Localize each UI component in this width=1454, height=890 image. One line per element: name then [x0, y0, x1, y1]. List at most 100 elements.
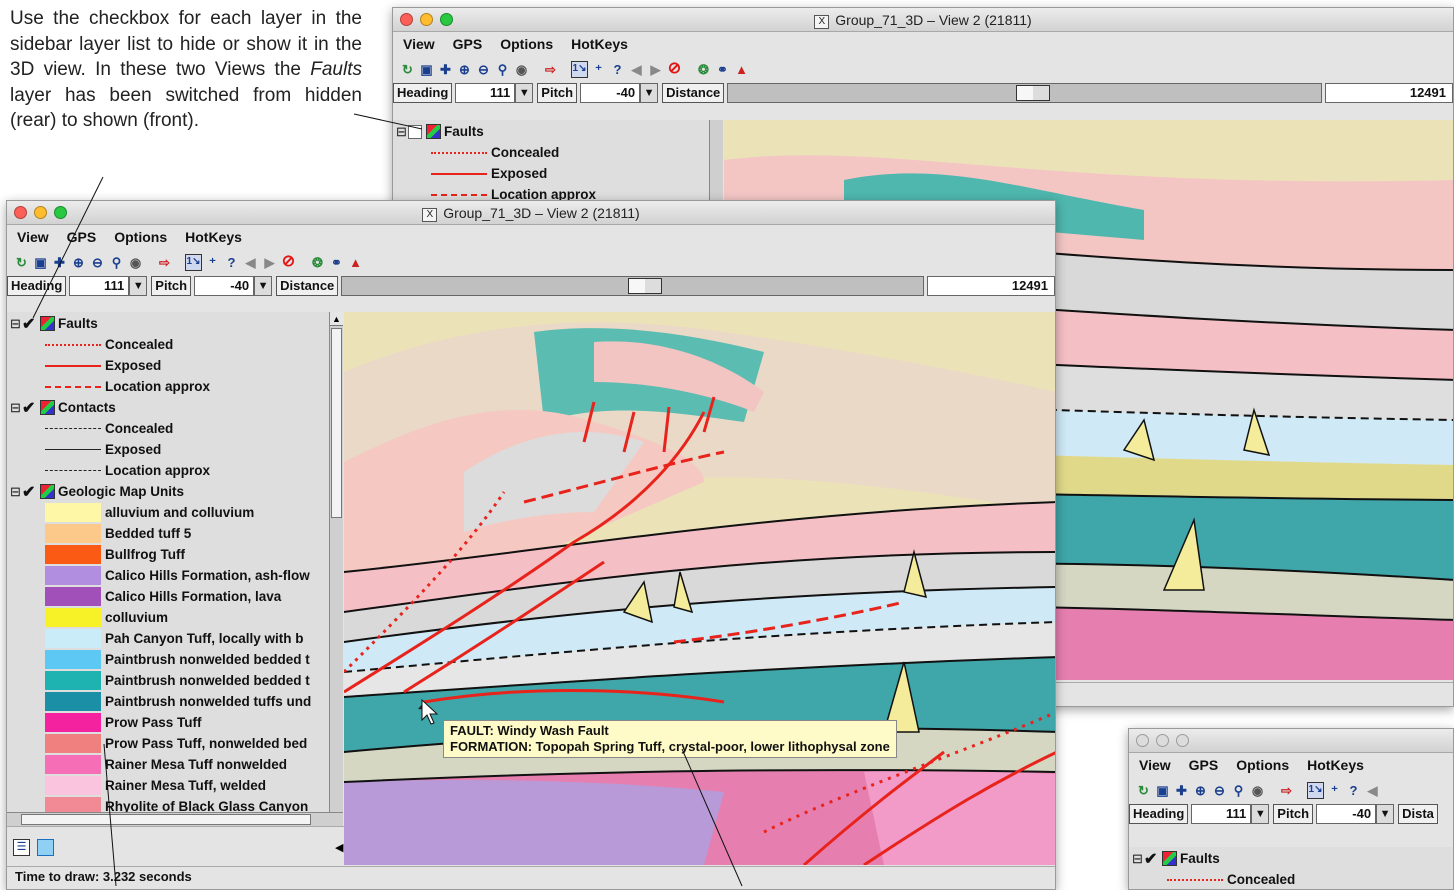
- snapshot-icon[interactable]: ◉: [513, 61, 530, 78]
- distance-field[interactable]: 12491: [1325, 83, 1453, 103]
- layer-faults[interactable]: ⊟ ✔ Faults: [1129, 848, 1453, 869]
- rear-title-bar[interactable]: X Group_71_3D – View 2 (21811): [393, 8, 1453, 32]
- help-pointer-icon[interactable]: ?: [1345, 782, 1362, 799]
- gps-icon[interactable]: ❂: [695, 61, 712, 78]
- hscroll-thumb[interactable]: [21, 814, 311, 825]
- globe-icon[interactable]: ⚭: [714, 61, 731, 78]
- collapse-icon[interactable]: ⊟: [396, 124, 408, 140]
- pitch-field[interactable]: -40: [1316, 804, 1377, 824]
- collapse-icon[interactable]: ⊟: [10, 400, 22, 416]
- legend-horizontal-scrollbar[interactable]: [7, 812, 343, 826]
- layer-checkbox-checked[interactable]: ✔: [22, 398, 40, 418]
- selection-icon[interactable]: 1↘: [185, 253, 202, 271]
- legend-vertical-scrollbar[interactable]: ▲: [329, 312, 343, 812]
- help-pointer-icon[interactable]: ?: [609, 61, 626, 78]
- zoom-out-icon[interactable]: ⊖: [1211, 782, 1228, 799]
- menu-view[interactable]: View: [17, 229, 49, 245]
- back-arrow-icon[interactable]: ◀: [242, 254, 259, 271]
- collapse-panel-icon[interactable]: ◀: [335, 841, 343, 854]
- reset-view-icon[interactable]: ↻: [13, 254, 30, 271]
- collapse-icon[interactable]: ⊟: [10, 484, 22, 500]
- heading-dropdown-icon[interactable]: ▼: [129, 276, 148, 296]
- scroll-up-icon[interactable]: ▲: [330, 312, 343, 326]
- scroll-thumb[interactable]: [331, 328, 342, 518]
- zoom-in-icon[interactable]: ⊕: [1192, 782, 1209, 799]
- globe-icon[interactable]: ⚭: [328, 254, 345, 271]
- import-icon[interactable]: ⇨: [156, 254, 173, 271]
- zoom-out-icon[interactable]: ⊖: [475, 61, 492, 78]
- heading-field[interactable]: 111: [455, 83, 516, 103]
- layer-geologic-map-units[interactable]: ⊟ ✔ Geologic Map Units: [7, 481, 329, 502]
- back-arrow-icon[interactable]: ◀: [1364, 782, 1381, 799]
- front-3d-map[interactable]: [344, 312, 1055, 865]
- layer-checkbox-checked[interactable]: ✔: [22, 482, 40, 502]
- forward-arrow-icon[interactable]: ▶: [647, 61, 664, 78]
- fit-view-icon[interactable]: ▣: [1154, 782, 1171, 799]
- layer-contacts[interactable]: ⊟ ✔ Contacts: [7, 397, 329, 418]
- add-point-icon[interactable]: ⁺: [590, 61, 607, 78]
- collapse-icon[interactable]: ⊟: [10, 316, 22, 332]
- selection-icon[interactable]: 1↘: [1307, 781, 1324, 799]
- add-point-icon[interactable]: ⁺: [1326, 782, 1343, 799]
- slider-thumb[interactable]: [628, 278, 663, 294]
- collapse-icon[interactable]: ⊟: [1132, 851, 1144, 867]
- pitch-dropdown-icon[interactable]: ▼: [1376, 804, 1395, 824]
- layers-panel-icon[interactable]: [37, 839, 54, 856]
- navigator-icon[interactable]: ▲: [733, 61, 750, 78]
- distance-slider[interactable]: [341, 276, 924, 296]
- pitch-field[interactable]: -40: [194, 276, 255, 296]
- layer-faults[interactable]: ⊟ Faults: [393, 121, 709, 142]
- menu-options[interactable]: Options: [114, 229, 167, 245]
- menu-hotkeys[interactable]: HotKeys: [185, 229, 242, 245]
- close-button[interactable]: [1136, 734, 1149, 747]
- zoom-in-icon[interactable]: ⊕: [456, 61, 473, 78]
- pitch-dropdown-icon[interactable]: ▼: [254, 276, 273, 296]
- heading-dropdown-icon[interactable]: ▼: [1251, 804, 1270, 824]
- navigator-icon[interactable]: ▲: [347, 254, 364, 271]
- selection-icon[interactable]: 1↘: [571, 60, 588, 78]
- heading-field[interactable]: 111: [69, 276, 130, 296]
- distance-field[interactable]: 12491: [927, 276, 1055, 296]
- layer-checkbox-checked[interactable]: ✔: [22, 314, 40, 334]
- snapshot-icon[interactable]: ◉: [127, 254, 144, 271]
- menu-gps[interactable]: GPS: [453, 36, 483, 52]
- distance-slider[interactable]: [727, 83, 1322, 103]
- rear-legend-scrollbar[interactable]: [709, 120, 723, 210]
- menu-gps[interactable]: GPS: [1189, 757, 1219, 773]
- pitch-field[interactable]: -40: [580, 83, 641, 103]
- pan-icon[interactable]: ✚: [437, 61, 454, 78]
- fit-view-icon[interactable]: ▣: [418, 61, 435, 78]
- layer-faults[interactable]: ⊟ ✔ Faults: [7, 313, 329, 334]
- heading-field[interactable]: 111: [1191, 804, 1252, 824]
- add-point-icon[interactable]: ⁺: [204, 254, 221, 271]
- menu-hotkeys[interactable]: HotKeys: [1307, 757, 1364, 773]
- back-arrow-icon[interactable]: ◀: [628, 61, 645, 78]
- layer-checkbox-unchecked[interactable]: [408, 124, 422, 139]
- zoom-select-icon[interactable]: ⚲: [108, 254, 125, 271]
- front-title-bar[interactable]: X Group_71_3D – View 2 (21811): [7, 201, 1055, 225]
- zoom-select-icon[interactable]: ⚲: [1230, 782, 1247, 799]
- menu-view[interactable]: View: [403, 36, 435, 52]
- menu-view[interactable]: View: [1139, 757, 1171, 773]
- stop-icon[interactable]: ⊘: [280, 254, 297, 271]
- menu-hotkeys[interactable]: HotKeys: [571, 36, 628, 52]
- slider-thumb[interactable]: [1016, 85, 1051, 101]
- menu-options[interactable]: Options: [1236, 757, 1289, 773]
- reset-view-icon[interactable]: ↻: [1135, 782, 1152, 799]
- zoom-button[interactable]: [1176, 734, 1189, 747]
- reset-view-icon[interactable]: ↻: [399, 61, 416, 78]
- help-pointer-icon[interactable]: ?: [223, 254, 240, 271]
- pitch-dropdown-icon[interactable]: ▼: [640, 83, 659, 103]
- gps-icon[interactable]: ❂: [309, 254, 326, 271]
- menu-options[interactable]: Options: [500, 36, 553, 52]
- third-title-bar[interactable]: [1129, 729, 1453, 753]
- import-icon[interactable]: ⇨: [1278, 782, 1295, 799]
- zoom-out-icon[interactable]: ⊖: [89, 254, 106, 271]
- snapshot-icon[interactable]: ◉: [1249, 782, 1266, 799]
- stop-icon[interactable]: ⊘: [666, 61, 683, 78]
- layer-checkbox-checked[interactable]: ✔: [1144, 849, 1162, 869]
- zoom-in-icon[interactable]: ⊕: [70, 254, 87, 271]
- legend-panel-icon[interactable]: ☰: [13, 839, 30, 856]
- fit-view-icon[interactable]: ▣: [32, 254, 49, 271]
- heading-dropdown-icon[interactable]: ▼: [515, 83, 534, 103]
